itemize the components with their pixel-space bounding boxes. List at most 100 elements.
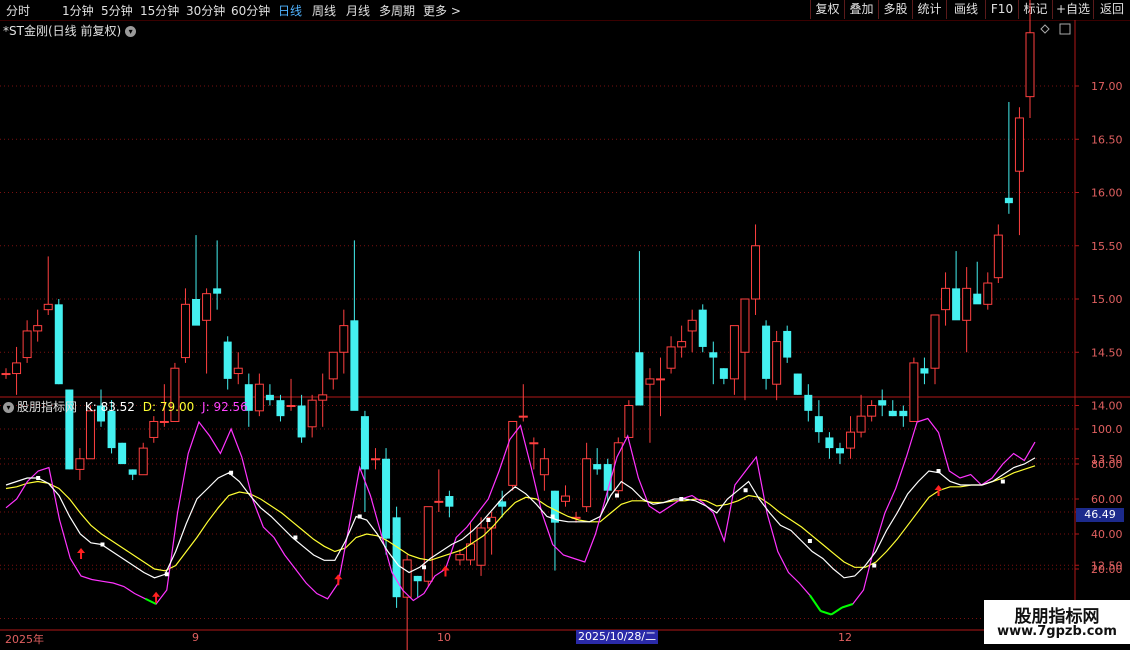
- candle-body: [233, 367, 243, 375]
- candle-body: [751, 245, 761, 300]
- candle-body: [149, 420, 159, 438]
- price-tick-label: 16.00: [1091, 187, 1123, 200]
- date-label: 12: [838, 631, 852, 644]
- candle-body: [75, 458, 85, 470]
- j-value: J: 92.56: [202, 400, 248, 414]
- candle-body: [1014, 117, 1024, 172]
- candle-body: [698, 309, 707, 347]
- price-tick-label: 15.00: [1091, 293, 1123, 306]
- date-label: 10: [437, 631, 451, 644]
- k-marker: [1000, 479, 1005, 484]
- kdj-indicator: [5, 417, 1036, 616]
- candle-body: [455, 554, 465, 561]
- chevron-down-icon[interactable]: ▾: [3, 402, 14, 413]
- candle-body: [339, 325, 349, 353]
- candlestick-series: [1, 0, 1035, 650]
- oversold-segment: [809, 594, 822, 612]
- candle-body: [762, 325, 771, 379]
- candle-body: [413, 575, 422, 582]
- candle-body: [85, 410, 95, 460]
- candle-body: [192, 299, 201, 326]
- candle-body: [846, 431, 856, 449]
- price-tick-label: 14.00: [1091, 400, 1123, 413]
- chart-canvas[interactable]: 17.0016.5016.0015.5015.0014.5014.0013.50…: [0, 0, 1130, 650]
- date-label: 2025年: [5, 633, 44, 646]
- candle-body: [804, 394, 813, 411]
- candle-body: [107, 410, 116, 449]
- candle-body: [666, 346, 676, 369]
- candle-body: [118, 442, 127, 465]
- k-marker: [164, 572, 169, 577]
- candle-body: [434, 500, 444, 503]
- k-marker: [679, 497, 684, 501]
- k-marker: [293, 535, 298, 540]
- oversold-segment: [820, 610, 832, 616]
- candle-body: [360, 416, 369, 470]
- candle-body: [307, 399, 317, 428]
- candle-body: [265, 394, 274, 401]
- k-marker: [357, 514, 362, 519]
- price-tick-label: 16.50: [1091, 133, 1123, 146]
- candle-body: [677, 341, 687, 348]
- k-marker: [100, 542, 105, 547]
- date-axis: 2025年 9 10 2025/10/28/二 12: [0, 630, 1075, 646]
- candle-body: [867, 405, 877, 417]
- candle-body: [719, 368, 728, 379]
- candle-body: [952, 288, 961, 321]
- k-marker: [807, 539, 812, 543]
- k-marker: [550, 514, 555, 519]
- candle-body: [973, 293, 982, 305]
- candle-body: [899, 410, 908, 417]
- current-value-tag: 46.49: [1076, 508, 1124, 522]
- candle-body: [202, 293, 212, 321]
- k-marker: [743, 488, 748, 493]
- oversold-segment: [144, 597, 157, 605]
- indicator-tick-label: 20.00: [1091, 563, 1123, 576]
- k-value: K: 83.52: [84, 400, 135, 414]
- oversold-segment: [830, 606, 843, 616]
- candle-body: [180, 303, 190, 359]
- watermark-url: www.7gpzb.com: [997, 624, 1117, 639]
- candle-body: [835, 448, 844, 454]
- price-tick-label: 17.00: [1091, 80, 1123, 93]
- candle-body: [603, 464, 612, 491]
- indicator-tick-label: 100.0: [1091, 423, 1123, 436]
- candle-body: [328, 351, 338, 380]
- candle-body: [941, 287, 951, 311]
- candle-body: [539, 458, 549, 476]
- date-label: 9: [192, 631, 199, 644]
- candle-body: [476, 527, 486, 566]
- candle-body: [518, 415, 528, 418]
- buy-arrow-icon: [334, 574, 343, 586]
- candle-body: [772, 341, 782, 385]
- buy-arrow-icon: [77, 548, 86, 559]
- candle-body: [445, 496, 454, 507]
- price-tick-label: 14.50: [1091, 346, 1123, 359]
- d-line: [5, 465, 1036, 572]
- candle-body: [529, 442, 539, 445]
- candle-body: [1004, 197, 1013, 204]
- indicator-tick-label: 60.00: [1091, 493, 1123, 506]
- k-marker: [936, 469, 941, 473]
- indicator-tick-label: 40.00: [1091, 528, 1123, 541]
- candle-body: [909, 362, 919, 422]
- diamond-icon: [1040, 24, 1050, 34]
- candle-body: [793, 373, 802, 395]
- candle-body: [993, 234, 1003, 279]
- candle-body: [740, 298, 750, 353]
- candle-body: [254, 383, 264, 412]
- candle-body: [297, 405, 306, 438]
- k-marker: [614, 493, 619, 498]
- candle-body: [983, 282, 993, 305]
- buy-arrow-icon: [934, 485, 943, 496]
- watermark: 股朋指标网 www.7gpzb.com: [984, 600, 1130, 644]
- candle-body: [382, 458, 391, 539]
- k-marker: [486, 518, 491, 522]
- candle-body: [43, 303, 53, 311]
- candle-body: [423, 506, 433, 582]
- indicator-tick-label: 80.00: [1091, 458, 1123, 471]
- k-marker: [422, 565, 427, 570]
- candle-body: [709, 352, 718, 358]
- selected-date-label: 2025/10/28/二: [576, 630, 659, 644]
- candle-body: [159, 420, 169, 423]
